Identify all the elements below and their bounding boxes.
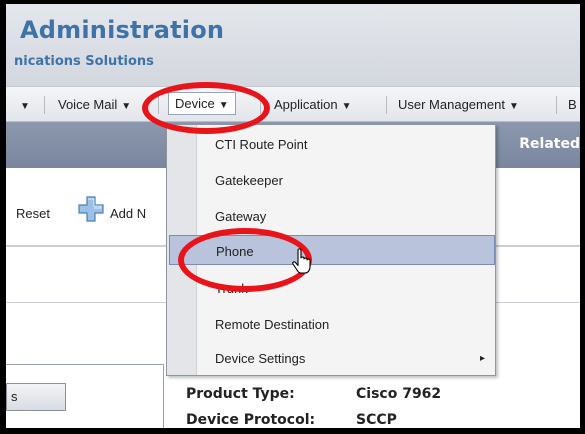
product-type-label: Product Type: (186, 386, 295, 402)
submenu-arrow-icon: ▸ (479, 353, 485, 364)
add-new-button[interactable]: Add N (110, 206, 146, 221)
hand-pointer-icon (292, 248, 311, 274)
menu-user-management[interactable]: User Management ▼ (398, 97, 519, 112)
menu-label: Application (274, 97, 338, 112)
chevron-down-icon: ▼ (121, 101, 132, 112)
page-title: Administration (20, 16, 225, 44)
menu-voice-mail[interactable]: Voice Mail ▼ (58, 97, 131, 112)
menu-divider (158, 96, 159, 114)
menu-divider (44, 96, 45, 114)
device-dropdown-menu: CTI Route Point Gatekeeper Gateway Phone… (166, 124, 496, 376)
left-panel: s (6, 364, 164, 428)
menu-label: User Management (398, 97, 505, 112)
menu-device[interactable]: Device ▼ (168, 92, 236, 115)
related-links-label[interactable]: Related (519, 136, 580, 152)
menu-item-phone[interactable]: Phone (169, 235, 495, 265)
menu-application[interactable]: Application ▼ (274, 97, 352, 112)
menu-bar: ▼ Voice Mail ▼ Device ▼ Application ▼ User … (6, 86, 580, 122)
menu-item-gatekeeper[interactable]: Gatekeeper (197, 165, 495, 195)
menu-bulk[interactable]: B (568, 97, 577, 112)
chevron-down-icon: ▼ (218, 100, 229, 111)
app-window: Administration nications Solutions ▼ Voi… (6, 4, 580, 428)
add-icon[interactable] (78, 196, 104, 222)
page-subtitle: nications Solutions (14, 54, 154, 69)
reset-button[interactable]: Reset (16, 206, 50, 221)
menu-item-label: Device Settings (215, 351, 306, 366)
menu-label: Device (175, 96, 215, 111)
menu-divider (386, 96, 387, 114)
menu-divider (556, 96, 557, 114)
chevron-down-icon: ▼ (341, 101, 352, 112)
page-header: Administration nications Solutions (6, 4, 580, 86)
device-protocol-value: SCCP (356, 412, 397, 428)
menu-item-gateway[interactable]: Gateway (197, 201, 495, 231)
menu-divider (260, 96, 261, 114)
device-protocol-label: Device Protocol: (186, 412, 316, 428)
chevron-down-icon: ▼ (508, 101, 519, 112)
menu-item-cti-route-point[interactable]: CTI Route Point (197, 129, 495, 159)
menu-item-remote-destination[interactable]: Remote Destination (197, 309, 495, 339)
menu-label: Voice Mail (58, 97, 118, 112)
menu-item-device-settings[interactable]: Device Settings ▸ (197, 343, 495, 373)
product-type-value: Cisco 7962 (356, 386, 442, 402)
action-button[interactable]: s (6, 383, 66, 411)
menu-arrow-icon[interactable]: ▼ (16, 97, 30, 112)
menu-item-trunk[interactable]: Trunk (197, 273, 495, 303)
screenshot-frame: Administration nications Solutions ▼ Voi… (0, 0, 585, 434)
